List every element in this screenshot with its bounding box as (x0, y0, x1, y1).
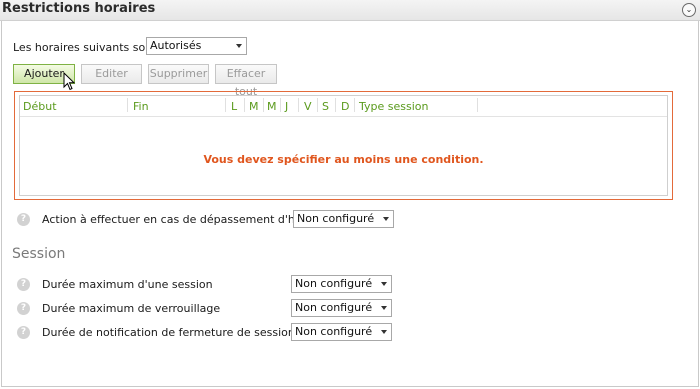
overtime-action-label: Action à effectuer en cas de dépassement… (42, 213, 327, 226)
schedule-mode-label: Les horaires suivants sont (13, 41, 157, 54)
mouse-cursor-icon (63, 72, 76, 91)
column-header-saturday[interactable]: S (322, 100, 329, 113)
schedule-mode-value: Autorisés (150, 39, 202, 52)
overtime-action-value: Non configuré (297, 212, 375, 225)
column-separator (298, 98, 299, 112)
column-separator (317, 98, 318, 112)
max-lock-duration-select[interactable]: Non configuré (291, 299, 392, 317)
edit-button[interactable]: Editer (81, 64, 142, 84)
dropdown-arrow-icon (236, 44, 242, 48)
max-session-duration-value: Non configuré (295, 277, 373, 290)
help-icon[interactable]: ? (17, 278, 30, 291)
column-separator (477, 98, 478, 112)
section-header: Restrictions horaires ⌄ (0, 0, 700, 21)
column-separator (335, 98, 336, 112)
schedule-mode-select[interactable]: Autorisés (146, 37, 247, 55)
empty-grid-message: Vous devez spécifier au moins une condit… (203, 153, 484, 166)
overtime-action-select[interactable]: Non configuré (293, 210, 394, 228)
max-lock-duration-value: Non configuré (295, 301, 373, 314)
logout-notification-duration-label: Durée de notification de fermeture de se… (42, 326, 295, 339)
column-header-friday[interactable]: V (304, 100, 312, 113)
column-separator (263, 98, 264, 112)
max-session-duration-label: Durée maximum d'une session (42, 278, 213, 291)
grid-header: Début Fin L M M J V S D Type session (20, 96, 667, 117)
column-header-session-type[interactable]: Type session (359, 100, 428, 113)
help-icon[interactable]: ? (17, 326, 30, 339)
logout-notification-duration-select[interactable]: Non configuré (291, 323, 392, 341)
column-header-thursday[interactable]: J (285, 100, 288, 113)
dropdown-arrow-icon (381, 306, 387, 310)
column-header-sunday[interactable]: D (341, 100, 349, 113)
dropdown-arrow-icon (381, 330, 387, 334)
chevron-down-icon[interactable]: ⌄ (682, 3, 696, 17)
dropdown-arrow-icon (383, 217, 389, 221)
column-header-wednesday[interactable]: M (267, 100, 277, 113)
conditions-grid-frame: Début Fin L M M J V S D Type session Vou… (14, 91, 673, 200)
clear-all-button[interactable]: Effacer tout (215, 64, 277, 98)
logout-notification-duration-value: Non configuré (295, 325, 373, 338)
column-header-monday[interactable]: L (231, 100, 237, 113)
session-section-title: Session (12, 246, 66, 262)
column-separator (244, 98, 245, 112)
max-lock-duration-label: Durée maximum de verrouillage (42, 302, 221, 315)
conditions-grid: Début Fin L M M J V S D Type session Vou… (19, 95, 668, 196)
column-separator (280, 98, 281, 112)
max-session-duration-select[interactable]: Non configuré (291, 275, 392, 293)
column-separator (225, 98, 226, 112)
column-header-start[interactable]: Début (23, 100, 57, 113)
dropdown-arrow-icon (381, 282, 387, 286)
column-separator (354, 98, 355, 112)
delete-button[interactable]: Supprimer (148, 64, 209, 84)
section-title-restrictions: Restrictions horaires (2, 1, 156, 16)
column-separator (127, 98, 128, 112)
help-icon[interactable]: ? (17, 302, 30, 315)
help-icon[interactable]: ? (17, 213, 30, 226)
column-header-tuesday[interactable]: M (249, 100, 259, 113)
column-header-end[interactable]: Fin (133, 100, 149, 113)
